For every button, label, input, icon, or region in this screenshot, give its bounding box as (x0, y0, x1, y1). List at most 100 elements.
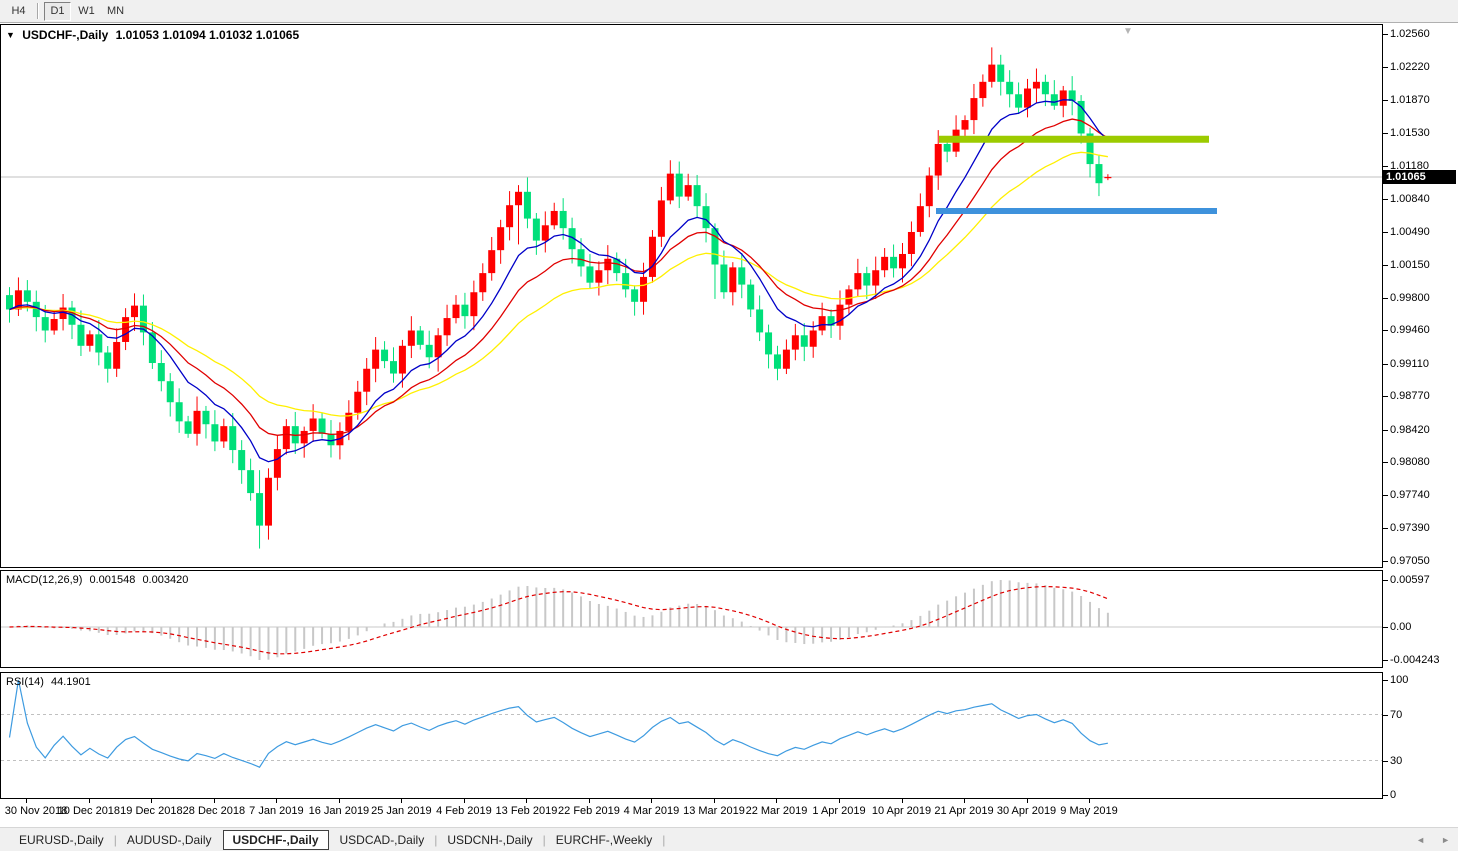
rsi-axis[interactable]: 10070300 (1383, 672, 1458, 799)
rsi-pane[interactable]: RSI(14) 44.1901 (0, 672, 1383, 799)
price-axis-label: 0.98420 (1390, 424, 1430, 436)
timeframe-button-d1[interactable]: D1 (44, 2, 71, 21)
date-tick (902, 799, 903, 803)
date-label: 1 Apr 2019 (812, 805, 865, 817)
macd-axis-label: 0.00 (1390, 621, 1411, 633)
date-label: 10 Apr 2019 (872, 805, 931, 817)
date-label: 21 Apr 2019 (934, 805, 993, 817)
date-tick (651, 799, 652, 803)
ma-slow-line (10, 152, 1108, 416)
timeframe-toolbar: H4 D1 W1 MN (0, 0, 1458, 23)
ma-fast-line (10, 100, 1108, 462)
price-axis-label: 1.00840 (1390, 193, 1430, 205)
price-chart-pane[interactable]: ▼ USDCHF-,Daily 1.01053 1.01094 1.01032 … (0, 24, 1383, 568)
price-axis-label: 0.99800 (1390, 292, 1430, 304)
price-axis[interactable]: 1.025601.022201.018701.015301.011801.008… (1383, 24, 1458, 568)
price-axis-label: 1.01870 (1390, 94, 1430, 106)
ohlc-values: 1.01053 1.01094 1.01032 1.01065 (116, 28, 300, 42)
date-label: 22 Feb 2019 (558, 805, 620, 817)
date-label: 13 Mar 2019 (683, 805, 745, 817)
tab-scroll-left-icon[interactable]: ◄ (1416, 835, 1425, 845)
tab-separator: | (543, 833, 546, 847)
symbol-tabbar: EURUSD-,Daily | AUDUSD-,Daily USDCHF-,Da… (0, 827, 1458, 851)
date-label: 16 Jan 2019 (309, 805, 370, 817)
date-label: 10 Dec 2018 (58, 805, 120, 817)
date-tick (776, 799, 777, 803)
date-label: 25 Jan 2019 (371, 805, 432, 817)
tab-audusd-daily[interactable]: AUDUSD-,Daily (118, 831, 221, 849)
rsi-canvas[interactable] (1, 673, 1382, 798)
timeframe-button-w1[interactable]: W1 (73, 2, 100, 21)
price-axis-label: 0.97050 (1390, 555, 1430, 567)
moving-averages-layer (10, 100, 1108, 462)
date-label: 9 May 2019 (1060, 805, 1117, 817)
current-price-badge: 1.01065 (1383, 170, 1456, 184)
symbol-title: USDCHF-,Daily (22, 28, 108, 42)
tab-separator: | (662, 833, 665, 847)
macd-axis-label: 0.00597 (1390, 574, 1430, 586)
date-tick (339, 799, 340, 803)
chart-shift-marker-icon: ▼ (1123, 26, 1133, 37)
ma-mid-line (10, 119, 1108, 435)
macd-axis[interactable]: 0.00597 0.00 -0.004243 (1383, 570, 1458, 668)
date-tick (89, 799, 90, 803)
rsi-axis-label: 30 (1390, 755, 1402, 767)
timeframe-button-mn[interactable]: MN (102, 2, 129, 21)
date-label: 4 Feb 2019 (436, 805, 492, 817)
tab-separator: | (434, 833, 437, 847)
macd-pane[interactable]: MACD(12,26,9) 0.001548 0.003420 (0, 570, 1383, 668)
price-axis-label: 1.00150 (1390, 259, 1430, 271)
price-axis-label: 0.99460 (1390, 324, 1430, 336)
rsi-axis-label: 0 (1390, 789, 1396, 801)
date-tick (276, 799, 277, 803)
date-tick (1027, 799, 1028, 803)
price-axis-label: 1.02560 (1390, 28, 1430, 40)
date-axis[interactable]: 30 Nov 201810 Dec 201819 Dec 201828 Dec … (0, 799, 1383, 825)
tab-eurchf-weekly[interactable]: EURCHF-,Weekly (547, 831, 661, 849)
price-axis-label: 0.98770 (1390, 390, 1430, 402)
macd-histogram (10, 580, 1108, 660)
chart-title: ▼ USDCHF-,Daily 1.01053 1.01094 1.01032 … (6, 28, 303, 42)
date-tick (964, 799, 965, 803)
macd-canvas[interactable] (1, 571, 1382, 667)
timeframe-button-h4[interactable]: H4 (5, 2, 32, 21)
dropdown-icon[interactable]: ▼ (6, 30, 15, 40)
tab-separator: | (114, 833, 117, 847)
price-axis-label: 1.01530 (1390, 127, 1430, 139)
price-axis-label: 1.00490 (1390, 226, 1430, 238)
date-label: 19 Dec 2018 (120, 805, 182, 817)
price-chart-canvas[interactable] (1, 25, 1382, 567)
price-axis-label: 0.99110 (1390, 358, 1429, 370)
rsi-axis-label: 70 (1390, 709, 1402, 721)
date-tick (151, 799, 152, 803)
tab-usdchf-daily[interactable]: USDCHF-,Daily (223, 830, 329, 850)
date-tick (589, 799, 590, 803)
date-label: 13 Feb 2019 (496, 805, 558, 817)
date-label: 7 Jan 2019 (249, 805, 303, 817)
tab-usdcad-daily[interactable]: USDCAD-,Daily (331, 831, 434, 849)
tab-scroll-right-icon[interactable]: ► (1441, 835, 1450, 845)
rsi-label: RSI(14) 44.1901 (6, 676, 95, 688)
macd-label: MACD(12,26,9) 0.001548 0.003420 (6, 574, 192, 586)
date-tick (714, 799, 715, 803)
tab-usdcnh-daily[interactable]: USDCNH-,Daily (438, 831, 541, 849)
date-label: 22 Mar 2019 (746, 805, 808, 817)
price-axis-label: 0.98080 (1390, 456, 1430, 468)
date-tick (26, 799, 27, 803)
price-axis-label: 1.02220 (1390, 61, 1430, 73)
date-tick (401, 799, 402, 803)
date-tick (1089, 799, 1090, 803)
date-tick (526, 799, 527, 803)
macd-main-value: 0.001548 (89, 574, 135, 586)
price-axis-label: 0.97390 (1390, 522, 1430, 534)
rsi-name: RSI(14) (6, 676, 44, 688)
toolbar-separator (37, 3, 39, 19)
date-tick (839, 799, 840, 803)
macd-name: MACD(12,26,9) (6, 574, 82, 586)
macd-signal-line (10, 587, 1108, 654)
date-label: 4 Mar 2019 (624, 805, 680, 817)
macd-axis-label: -0.004243 (1390, 654, 1440, 666)
rsi-line (10, 680, 1108, 767)
tab-eurusd-daily[interactable]: EURUSD-,Daily (10, 831, 113, 849)
macd-signal-value: 0.003420 (142, 574, 188, 586)
